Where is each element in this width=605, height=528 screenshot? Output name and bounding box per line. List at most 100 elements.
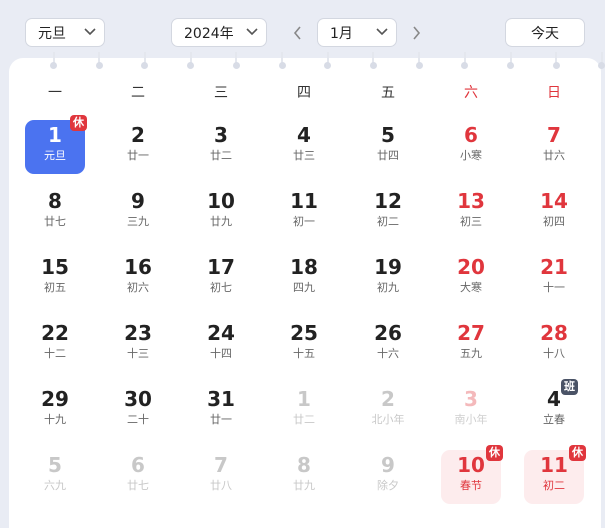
- day-cell[interactable]: 12 初二: [358, 186, 418, 240]
- month-select[interactable]: 1月: [317, 18, 397, 47]
- day-cell[interactable]: 5 廿四: [358, 120, 418, 174]
- chevron-down-icon: [246, 28, 258, 36]
- day-cell[interactable]: 23 十三: [108, 318, 168, 372]
- lunar-date: 十五: [293, 347, 315, 360]
- day-number: 20: [457, 255, 485, 279]
- day-number: 6: [131, 453, 145, 477]
- day-cell[interactable]: 26 十六: [358, 318, 418, 372]
- day-cell[interactable]: 10 春节休: [441, 445, 503, 504]
- lunar-date: 廿二: [210, 149, 232, 162]
- rest-day-badge: 休: [70, 115, 87, 131]
- day-cell[interactable]: 4 立春班: [524, 379, 584, 438]
- day-cell[interactable]: 31 廿一: [191, 384, 251, 438]
- day-cell[interactable]: 3 廿二: [191, 120, 251, 174]
- day-cell[interactable]: 7 廿八: [191, 450, 251, 504]
- day-number: 29: [41, 387, 69, 411]
- day-cell[interactable]: 11 初一: [274, 186, 334, 240]
- day-cell[interactable]: 14 初四: [524, 186, 584, 240]
- day-number: 15: [41, 255, 69, 279]
- day-cell[interactable]: 15 初五: [25, 252, 85, 306]
- chevron-left-icon: [293, 26, 301, 40]
- lunar-date: 六九: [44, 479, 66, 492]
- day-number: 22: [41, 321, 69, 345]
- day-cell[interactable]: 27 五九: [441, 318, 501, 372]
- day-cell[interactable]: 21 十一: [524, 252, 584, 306]
- day-number: 26: [374, 321, 402, 345]
- lunar-date: 初二: [543, 479, 565, 492]
- lunar-date: 春节: [460, 479, 482, 492]
- day-cell[interactable]: 9 除夕: [358, 450, 418, 504]
- day-number: 13: [457, 189, 485, 213]
- day-cell[interactable]: 6 小寒: [441, 120, 501, 174]
- day-cell[interactable]: 22 十二: [25, 318, 85, 372]
- lunar-date: 廿二: [293, 413, 315, 426]
- day-cell[interactable]: 1 元旦休: [25, 115, 87, 174]
- day-cell[interactable]: 18 四九: [274, 252, 334, 306]
- day-number: 23: [124, 321, 152, 345]
- day-cell[interactable]: 16 初六: [108, 252, 168, 306]
- day-cell[interactable]: 11 初二休: [524, 445, 586, 504]
- lunar-date: 十二: [44, 347, 66, 360]
- day-cell[interactable]: 29 十九: [25, 384, 85, 438]
- lunar-date: 十八: [543, 347, 565, 360]
- day-cell[interactable]: 30 二十: [108, 384, 168, 438]
- day-number: 21: [540, 255, 568, 279]
- lunar-date: 初六: [127, 281, 149, 294]
- day-cell[interactable]: 25 十五: [274, 318, 334, 372]
- lunar-date: 十六: [377, 347, 399, 360]
- holiday-select[interactable]: 元旦: [25, 18, 105, 47]
- calendar-toolbar: 元旦 2024年 1月 今天: [0, 0, 605, 62]
- month-select-value: 1月: [330, 25, 353, 42]
- day-number: 7: [547, 123, 561, 147]
- day-cell[interactable]: 8 廿九: [274, 450, 334, 504]
- holiday-select-value: 元旦: [38, 25, 66, 42]
- day-cell[interactable]: 2 廿一: [108, 120, 168, 174]
- day-cell[interactable]: 9 三九: [108, 186, 168, 240]
- day-number: 7: [214, 453, 228, 477]
- lunar-date: 初二: [377, 215, 399, 228]
- year-select-value: 2024年: [184, 25, 234, 42]
- day-cell[interactable]: 17 初七: [191, 252, 251, 306]
- day-cell[interactable]: 24 十四: [191, 318, 251, 372]
- prev-month-button[interactable]: [291, 22, 305, 44]
- day-cell[interactable]: 10 廿九: [191, 186, 251, 240]
- day-number: 14: [540, 189, 568, 213]
- day-cell[interactable]: 20 大寒: [441, 252, 501, 306]
- lunar-date: 北小年: [371, 413, 405, 426]
- next-month-button[interactable]: [409, 22, 423, 44]
- lunar-date: 廿九: [293, 479, 315, 492]
- lunar-date: 五九: [460, 347, 482, 360]
- day-cell[interactable]: 19 初九: [358, 252, 418, 306]
- day-number: 2: [131, 123, 145, 147]
- day-cell[interactable]: 13 初三: [441, 186, 501, 240]
- day-number: 11: [290, 189, 318, 213]
- day-cell[interactable]: 28 十八: [524, 318, 584, 372]
- day-cell[interactable]: 5 六九: [25, 450, 85, 504]
- lunar-date: 廿四: [377, 149, 399, 162]
- day-cell[interactable]: 4 廿三: [274, 120, 334, 174]
- chevron-down-icon: [376, 28, 388, 36]
- lunar-date: 四九: [293, 281, 315, 294]
- day-cell[interactable]: 2 北小年: [358, 384, 418, 438]
- today-button[interactable]: 今天: [505, 18, 585, 47]
- day-number: 8: [297, 453, 311, 477]
- day-cell[interactable]: 6 廿七: [108, 450, 168, 504]
- lunar-date: 廿七: [127, 479, 149, 492]
- lunar-date: 十三: [127, 347, 149, 360]
- day-number: 6: [464, 123, 478, 147]
- lunar-date: 初五: [44, 281, 66, 294]
- day-cell[interactable]: 7 廿六: [524, 120, 584, 174]
- calendar-grid: 1 元旦休 2 廿一 3 廿二 4 廿三 5 廿四 6 小寒 7 廿六 8 廿七 9 三九 10 廿九 11 初一 12 初二…: [9, 58, 601, 528]
- day-number: 4: [297, 123, 311, 147]
- lunar-date: 二十: [127, 413, 149, 426]
- day-cell[interactable]: 3 南小年: [441, 384, 501, 438]
- day-number: 5: [48, 453, 62, 477]
- lunar-date: 三九: [127, 215, 149, 228]
- day-number: 27: [457, 321, 485, 345]
- chevron-right-icon: [413, 26, 421, 40]
- day-number: 2: [381, 387, 395, 411]
- day-cell[interactable]: 1 廿二: [274, 384, 334, 438]
- day-cell[interactable]: 8 廿七: [25, 186, 85, 240]
- day-number: 5: [381, 123, 395, 147]
- year-select[interactable]: 2024年: [171, 18, 267, 47]
